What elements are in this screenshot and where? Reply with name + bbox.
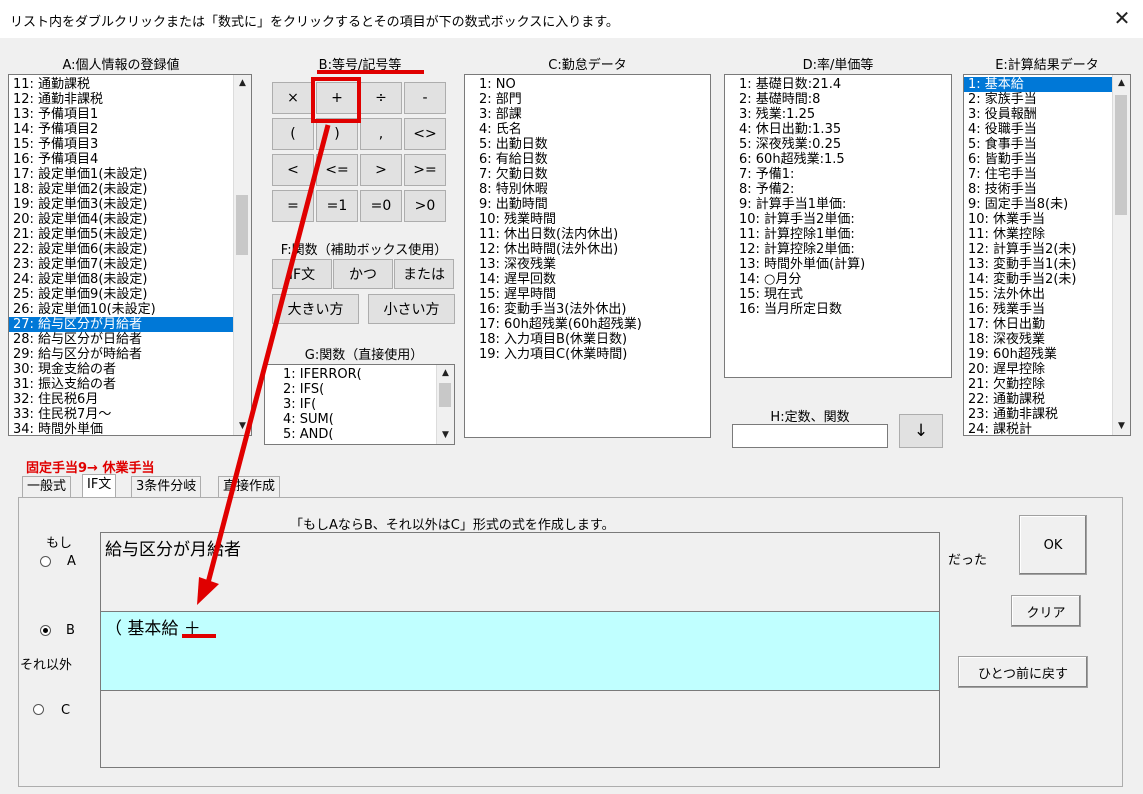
- annotation-overlay: [182, 70, 424, 638]
- highlight-box: [311, 77, 361, 123]
- arrow-head-icon: [197, 577, 219, 605]
- arrow-line: [205, 124, 331, 584]
